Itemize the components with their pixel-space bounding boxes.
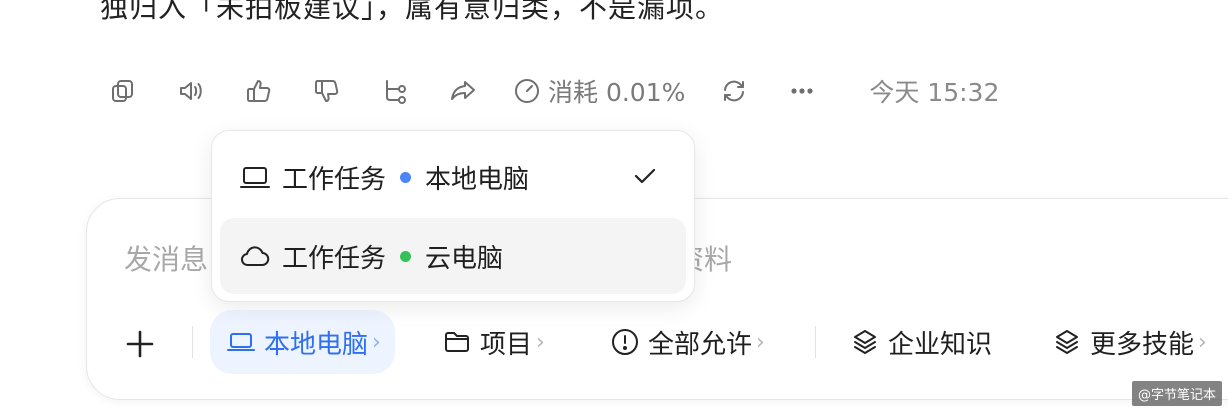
gauge-icon (515, 79, 539, 103)
option-task-label: 工作任务 (282, 164, 387, 195)
enterprise-knowledge-label: 企业知识 (888, 329, 993, 360)
dislike-button[interactable] (308, 72, 346, 110)
option-target-label: 本地电脑 (425, 164, 530, 195)
device-selector-chip[interactable]: 本地电脑 › (210, 310, 395, 374)
thumbs-up-icon (247, 80, 271, 102)
laptop-icon (227, 333, 255, 351)
project-chip[interactable]: 项目 › (442, 310, 545, 374)
consumption-label: 消耗 0.01% (548, 78, 686, 107)
option-task-label: 工作任务 (282, 243, 387, 274)
enterprise-knowledge-chip[interactable]: 企业知识 (850, 310, 992, 374)
regenerate-button[interactable] (715, 72, 753, 110)
status-dot-green (400, 250, 412, 262)
refresh-icon (724, 80, 745, 102)
chevron-right-icon: › (1198, 329, 1207, 355)
share-icon (451, 81, 475, 100)
watermark: @字节笔记本 (1131, 381, 1222, 406)
layers-icon (854, 330, 876, 354)
device-dropdown: 工作任务 本地电脑 工作任务 云电脑 (211, 130, 695, 302)
branch-icon (386, 80, 406, 104)
laptop-icon (240, 167, 270, 188)
dropdown-option-cloud-computer[interactable]: 工作任务 云电脑 (220, 218, 686, 294)
like-button[interactable] (240, 72, 278, 110)
chevron-right-icon: › (536, 329, 545, 355)
project-label: 项目 (480, 329, 533, 360)
device-selector-label: 本地电脑 (264, 329, 369, 360)
permission-chip[interactable]: 全部允许 › (610, 310, 765, 374)
read-aloud-button[interactable] (172, 72, 210, 110)
folder-icon (445, 332, 469, 352)
speaker-icon (180, 82, 202, 100)
message-timestamp: 今天 15:32 (869, 78, 1000, 107)
layers-icon (1056, 330, 1078, 354)
message-actions: 消耗 0.01% 今天 15:32 (104, 70, 999, 112)
status-dot-blue (400, 171, 412, 183)
cloud-icon (241, 246, 270, 266)
message-text: 独归入「未拍板建议」，属有意归类，不是漏项。 (100, 0, 725, 24)
alert-circle-icon (612, 329, 638, 355)
toolbar-divider (815, 326, 816, 358)
chat-page: 独归入「未拍板建议」，属有意归类，不是漏项。 消耗 0.01% 今天 15:32… (0, 0, 1228, 412)
more-skills-chip[interactable]: 更多技能 › (1052, 310, 1207, 374)
share-button[interactable] (444, 72, 482, 110)
composer-placeholder[interactable]: 发消息 (124, 238, 208, 278)
more-button[interactable] (783, 72, 821, 110)
more-skills-label: 更多技能 (1090, 329, 1195, 360)
toolbar-divider (192, 326, 193, 358)
thumbs-down-icon (315, 80, 339, 102)
copy-button[interactable] (104, 72, 142, 110)
dropdown-option-local-computer[interactable]: 工作任务 本地电脑 (220, 139, 686, 215)
permission-label: 全部允许 (648, 329, 753, 360)
option-target-label: 云电脑 (425, 243, 504, 274)
chevron-right-icon: › (756, 329, 765, 355)
plus-icon (126, 330, 154, 358)
more-icon (791, 88, 813, 94)
consumption-indicator[interactable]: 消耗 0.01% (512, 73, 685, 109)
copy-icon (112, 80, 133, 102)
add-attachment-button[interactable] (118, 322, 162, 366)
checkmark-icon (630, 161, 660, 191)
branch-button[interactable] (376, 72, 414, 110)
chevron-right-icon: › (372, 329, 381, 355)
